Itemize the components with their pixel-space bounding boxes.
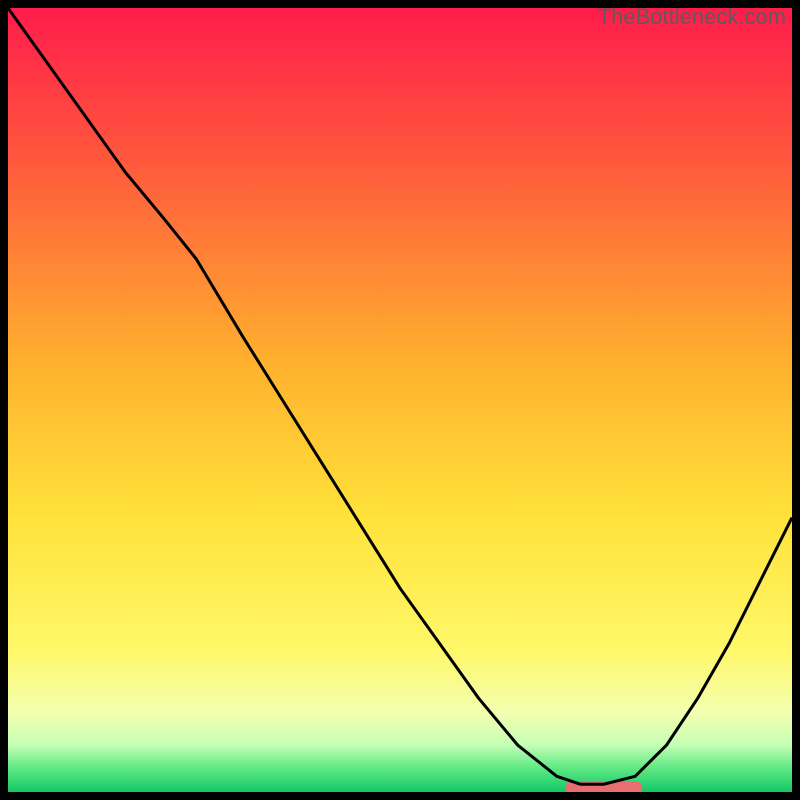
chart-frame: TheBottleneck.com xyxy=(0,0,800,800)
gradient-background xyxy=(8,8,792,792)
bottleneck-chart xyxy=(8,8,792,792)
